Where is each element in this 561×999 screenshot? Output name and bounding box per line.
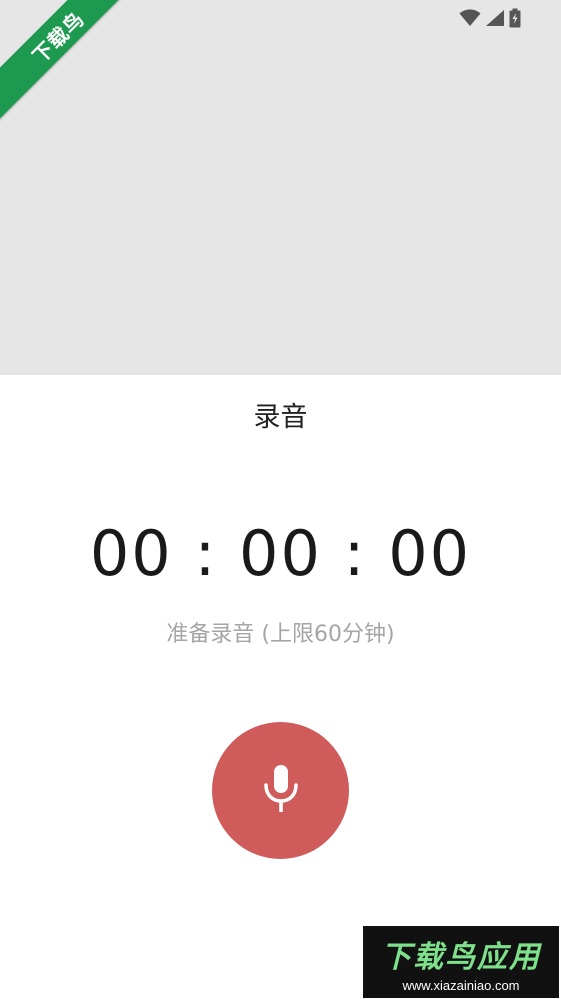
microphone-icon [261, 763, 301, 819]
ribbon-label: 下载鸟 [27, 6, 89, 68]
sheet-title: 录音 [253, 402, 308, 433]
battery-charging-icon [509, 8, 521, 28]
recording-status-text: 准备录音 (上限60分钟) [166, 622, 395, 647]
watermark-main-text: 下载鸟应用 [381, 939, 541, 975]
corner-ribbon: 下载鸟 [0, 0, 144, 123]
preview-area: 下载鸟 [0, 0, 561, 375]
record-button[interactable] [212, 722, 349, 859]
watermark-url: www.xiazainiao.com [402, 977, 520, 993]
signal-icon [485, 9, 505, 27]
status-bar [459, 8, 521, 28]
wifi-icon [459, 9, 481, 27]
watermark-badge: 下载鸟应用 www.xiazainiao.com [363, 926, 559, 998]
recording-timer: 00 : 00 : 00 [89, 517, 472, 590]
